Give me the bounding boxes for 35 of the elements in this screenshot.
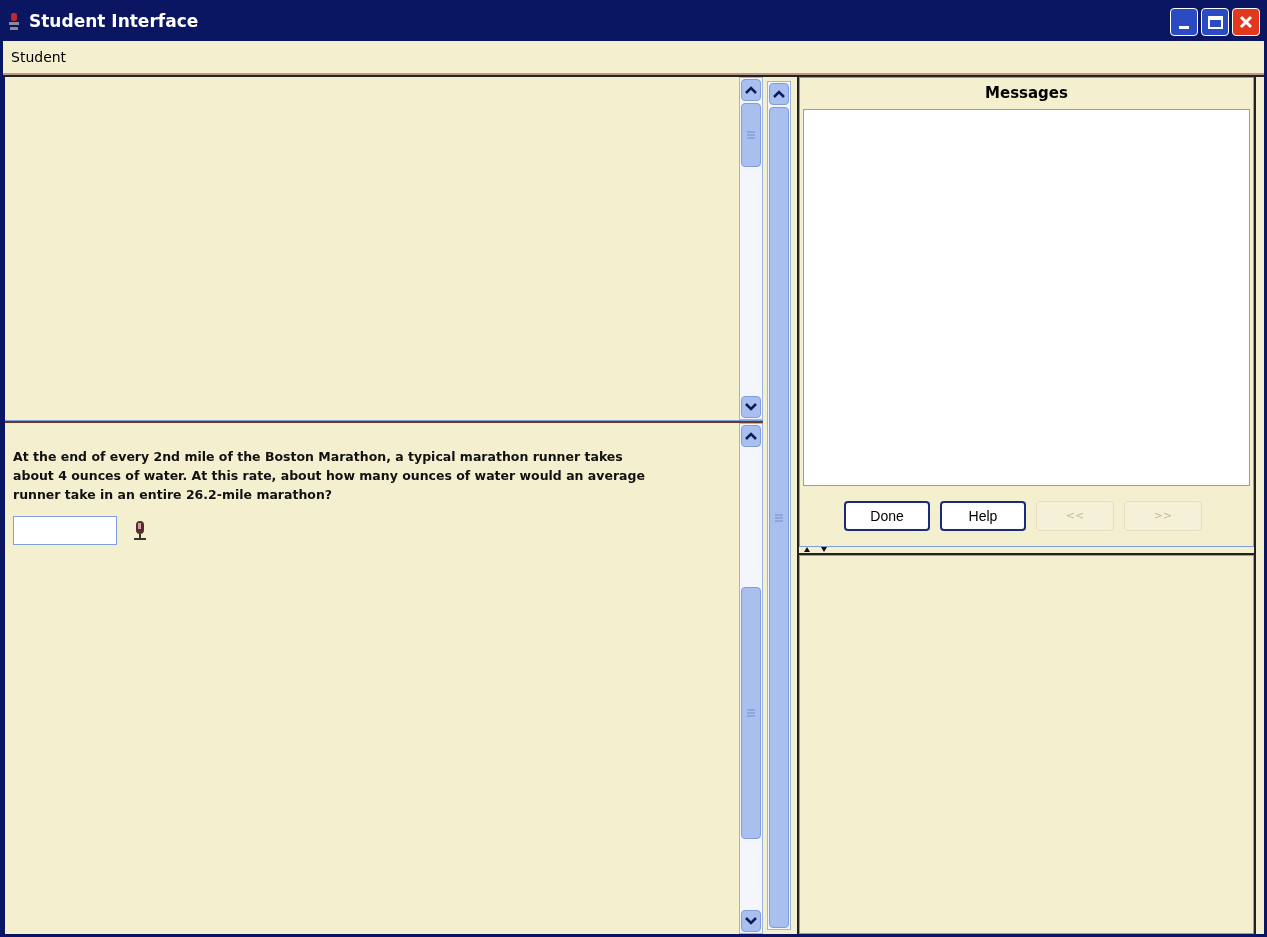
minimize-button[interactable] <box>1170 8 1198 36</box>
problem-text: At the end of every 2nd mile of the Boston Marathon, a typical marathon runner takes about 4 ounces of water. At this rate, about how many ounces of water would an average runner take in an entire 26.2-mile marathon? <box>13 448 646 504</box>
action-button[interactable]: Done <box>844 501 930 531</box>
scroll-thumb[interactable] <box>741 103 761 167</box>
menu-item[interactable]: Student <box>11 46 67 68</box>
chevron-up-icon <box>773 90 785 98</box>
scrollbar[interactable] <box>739 77 763 420</box>
action-button[interactable]: Help <box>940 501 1026 531</box>
scroll-down-button[interactable] <box>741 910 761 932</box>
maximize-icon <box>1207 15 1223 29</box>
grip-icon <box>747 131 755 139</box>
maximize-button[interactable] <box>1201 8 1229 36</box>
close-icon <box>1239 15 1253 29</box>
answer-field[interactable] <box>13 516 117 545</box>
grip-icon <box>747 708 755 717</box>
chevron-up-icon <box>745 432 757 440</box>
app-icon <box>7 11 21 33</box>
scrollbar[interactable] <box>739 423 763 934</box>
scrollbar[interactable] <box>767 81 791 930</box>
scroll-up-button[interactable] <box>741 425 761 447</box>
scroll-thumb[interactable] <box>769 107 789 928</box>
messages-title: Messages <box>984 83 1069 104</box>
microphone-icon[interactable] <box>133 519 147 542</box>
close-button[interactable] <box>1232 8 1260 36</box>
scroll-down-button[interactable] <box>741 396 761 418</box>
scroll-thumb[interactable] <box>741 586 761 840</box>
window-title: Student Interface <box>29 10 200 34</box>
chevron-down-icon <box>745 917 757 925</box>
minimize-icon <box>1179 26 1189 29</box>
scroll-up-button[interactable] <box>741 79 761 101</box>
grip-icon <box>775 513 783 522</box>
scroll-up-button[interactable] <box>769 83 789 105</box>
chevron-up-icon <box>745 86 757 94</box>
chevron-down-icon <box>745 403 757 411</box>
split-arrows-icon[interactable] <box>803 546 829 553</box>
